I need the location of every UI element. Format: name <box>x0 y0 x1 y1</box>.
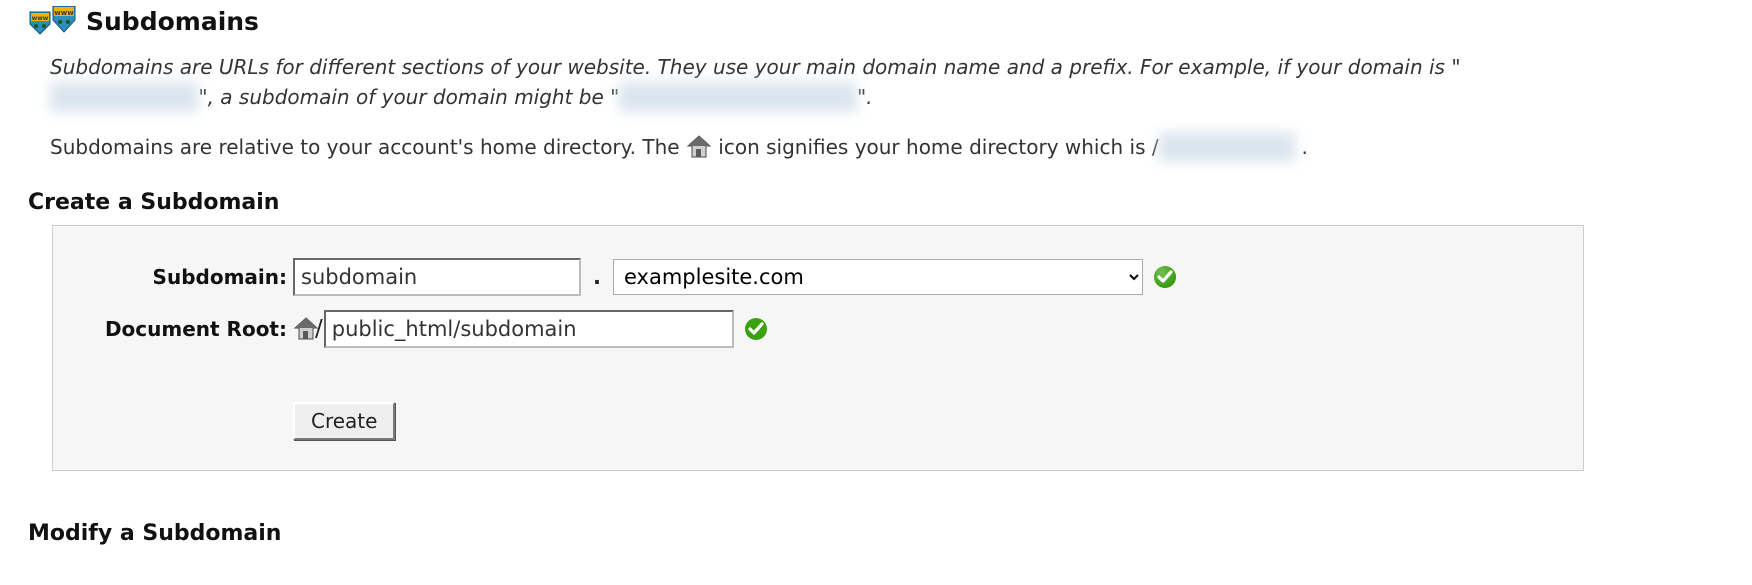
subdomain-label: Subdomain: <box>73 265 293 289</box>
subdomains-icon: www www <box>28 6 76 36</box>
modify-subdomain-heading: Modify a Subdomain <box>28 521 1724 546</box>
svg-text:www: www <box>54 9 74 17</box>
svg-text:www: www <box>32 15 49 22</box>
document-root-label: Document Root: <box>73 317 293 341</box>
document-root-input[interactable] <box>324 310 734 348</box>
check-valid-icon <box>1153 265 1177 289</box>
create-subdomain-heading: Create a Subdomain <box>28 190 1724 215</box>
home-icon <box>686 134 712 160</box>
path-slash: / <box>315 316 323 342</box>
redacted-domain-1: xxxxxxxx xxxx <box>50 82 198 112</box>
intro-description: Subdomains are URLs for different sectio… <box>50 52 1550 112</box>
check-valid-icon <box>744 317 768 341</box>
redacted-homedir: xxxxxx xxxxx <box>1159 132 1296 162</box>
create-subdomain-form: Subdomain: . examplesite.com <box>52 225 1584 471</box>
page-title: Subdomains <box>86 7 259 36</box>
domain-separator-dot: . <box>591 265 603 289</box>
intro-home-explanation: Subdomains are relative to your account'… <box>50 132 1724 162</box>
create-button[interactable]: Create <box>293 402 395 440</box>
page-title-row: www www Subdomains <box>28 6 1724 36</box>
subdomain-input[interactable] <box>293 258 581 296</box>
domain-select[interactable]: examplesite.com <box>613 259 1143 295</box>
redacted-domain-2: xxxxxxx xxxxxxxx xxxx <box>619 82 857 112</box>
